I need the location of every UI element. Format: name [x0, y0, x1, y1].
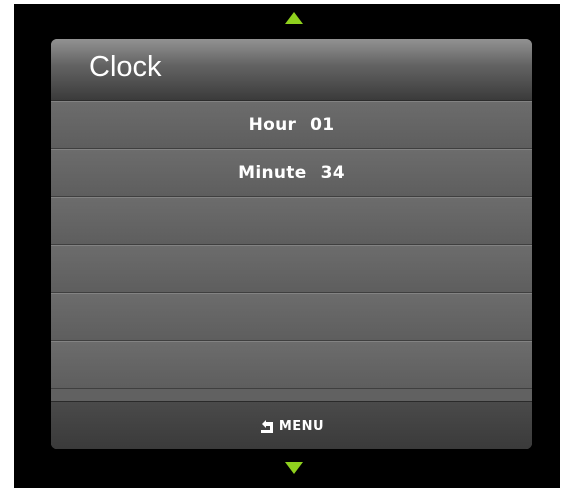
menu-item-content: Hour 01: [249, 115, 335, 135]
menu-item-label: Minute: [238, 163, 307, 183]
osd-screen: Clock Hour 01 Minute 34 MENU: [14, 4, 560, 488]
menu-item-empty: [51, 293, 532, 341]
return-arrow-icon: [259, 419, 275, 433]
menu-item-content: Minute 34: [238, 163, 345, 183]
menu-item-empty: [51, 245, 532, 293]
menu-item-empty: [51, 197, 532, 245]
menu-item-label: Hour: [248, 115, 297, 135]
menu-header: Clock: [51, 39, 532, 101]
menu-item-hour[interactable]: Hour 01: [51, 101, 532, 149]
menu-list: Hour 01 Minute 34: [51, 101, 532, 389]
page-title: Clock: [89, 51, 162, 83]
arrow-up-icon[interactable]: [285, 12, 303, 24]
menu-item-minute[interactable]: Minute 34: [51, 149, 532, 197]
arrow-down-icon[interactable]: [285, 462, 303, 474]
menu-item-value: 01: [310, 115, 335, 135]
menu-item-value: 34: [320, 163, 345, 183]
menu-back-label: MENU: [278, 418, 325, 434]
menu-item-empty: [51, 341, 532, 389]
menu-back-button[interactable]: MENU: [51, 401, 532, 449]
clock-menu-panel: Clock Hour 01 Minute 34 MENU: [51, 39, 532, 449]
